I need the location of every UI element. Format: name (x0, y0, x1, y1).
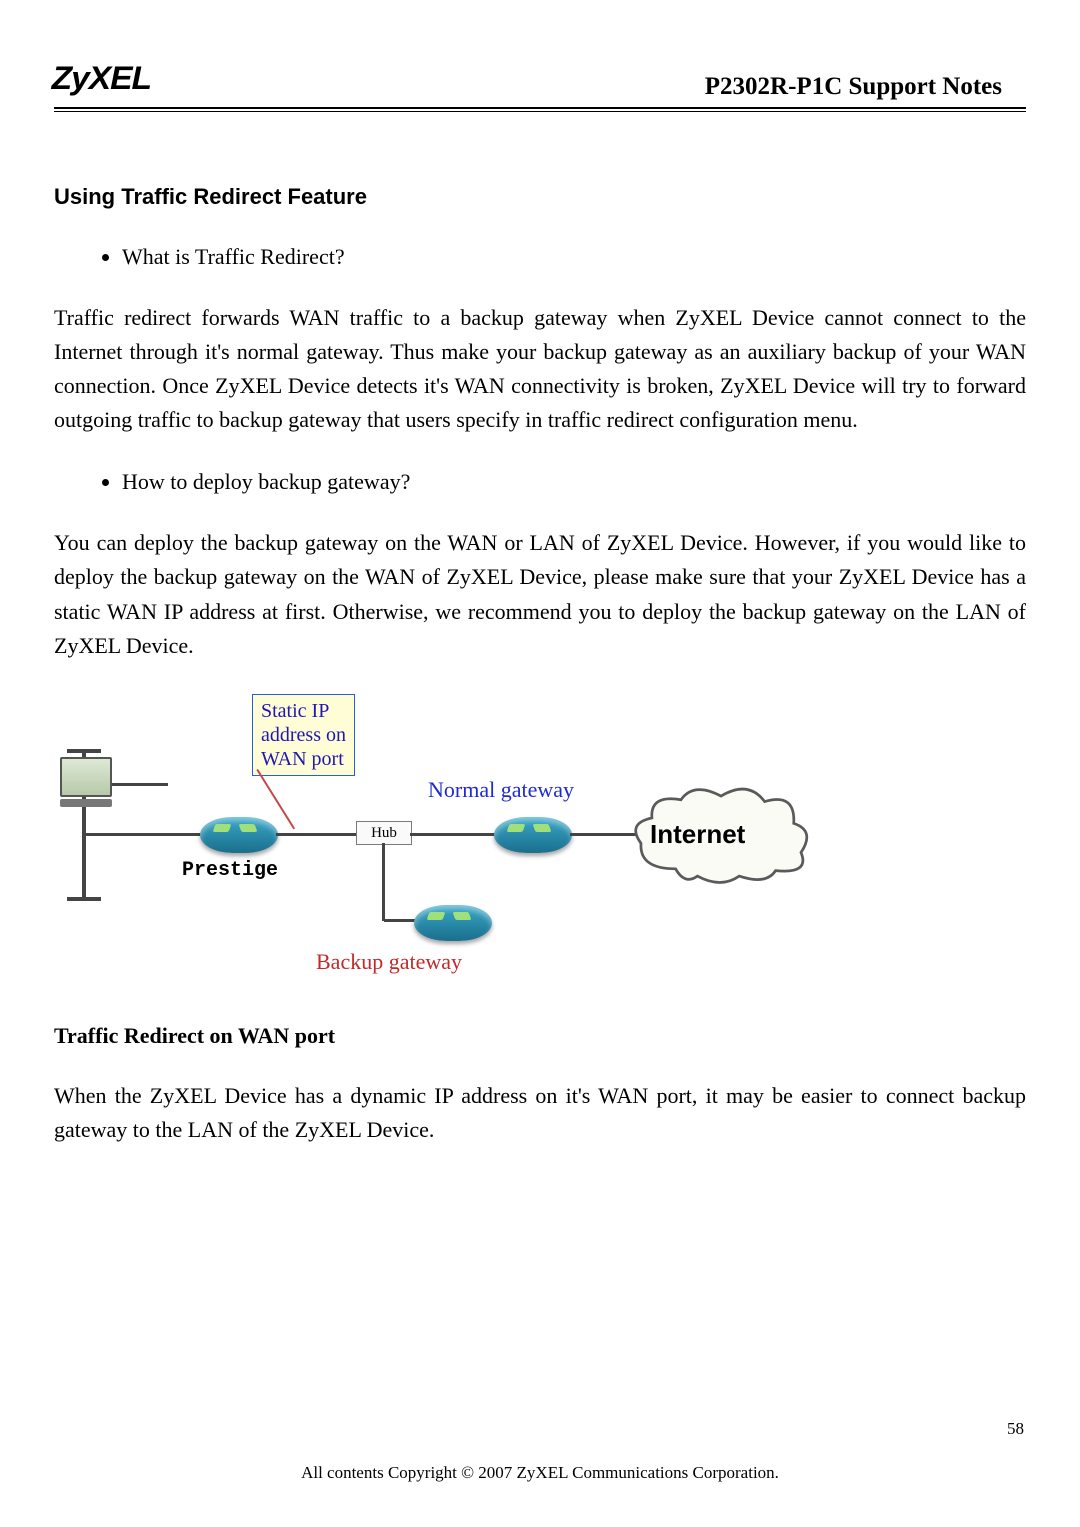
paragraph-2: You can deploy the backup gateway on the… (54, 526, 1026, 662)
section-heading: Using Traffic Redirect Feature (54, 184, 1026, 210)
normal-gateway-icon (494, 817, 572, 853)
network-diagram: Static IP address on WAN port Prestige H… (54, 691, 814, 987)
normal-gateway-label: Normal gateway (428, 777, 574, 803)
paragraph-1: Traffic redirect forwards WAN traffic to… (54, 301, 1026, 437)
copyright-footer: All contents Copyright © 2007 ZyXEL Comm… (0, 1463, 1080, 1483)
pc-icon (60, 757, 118, 809)
prestige-router-icon (200, 817, 278, 853)
prestige-label: Prestige (182, 859, 278, 882)
hub-box: Hub (356, 821, 412, 845)
internet-label: Internet (650, 819, 745, 850)
backup-gateway-icon (414, 905, 492, 941)
brand-logo: ZyXEL (52, 60, 151, 103)
question-2: How to deploy backup gateway? (122, 465, 1026, 498)
page-number: 58 (1007, 1419, 1024, 1439)
paragraph-3: When the ZyXEL Device has a dynamic IP a… (54, 1079, 1026, 1147)
backup-gateway-label: Backup gateway (316, 949, 462, 975)
callout-static-ip: Static IP address on WAN port (252, 694, 355, 776)
question-1: What is Traffic Redirect? (122, 240, 1026, 273)
document-title: P2302R-P1C Support Notes (705, 73, 1026, 103)
subheading-traffic-redirect-wan: Traffic Redirect on WAN port (54, 1023, 1026, 1049)
